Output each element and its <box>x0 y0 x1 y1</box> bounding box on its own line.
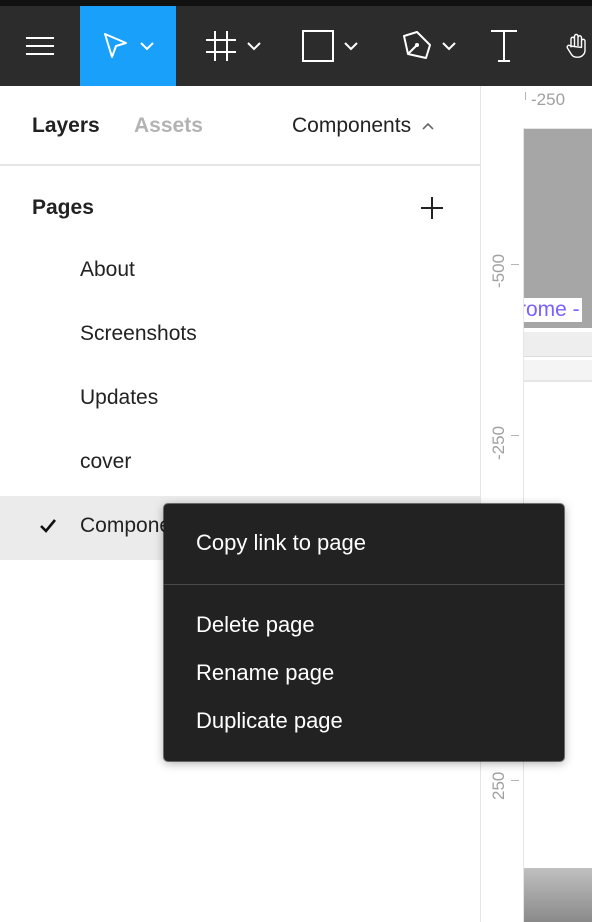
sidebar-tabs: Layers Assets Components <box>0 86 480 166</box>
page-item-about[interactable]: About <box>0 240 480 304</box>
hand-tool-button[interactable] <box>554 6 592 86</box>
ruler-tick <box>511 780 519 781</box>
ruler-top-label: -250 <box>531 90 566 109</box>
ruler-tick <box>511 435 519 436</box>
chevron-down-icon <box>140 42 154 51</box>
shape-tool-button[interactable] <box>290 6 370 86</box>
frame-hash-icon <box>206 31 236 61</box>
pen-nib-icon <box>403 31 431 59</box>
hand-icon <box>566 33 586 58</box>
page-item-updates[interactable]: Updates <box>0 368 480 432</box>
page-item-label: cover <box>80 450 132 473</box>
canvas-frame-strip <box>524 332 592 357</box>
checkmark-icon <box>40 519 57 533</box>
menu-item-delete-page[interactable]: Delete page <box>196 612 315 638</box>
plus-icon <box>421 197 443 219</box>
menu-separator <box>164 584 564 585</box>
page-context-menu: Copy link to page Delete page Rename pag… <box>164 504 564 761</box>
add-page-button[interactable] <box>418 194 446 222</box>
chevron-up-icon <box>422 122 434 130</box>
text-tool-button[interactable] <box>476 6 532 86</box>
chevron-down-icon <box>247 42 261 51</box>
menu-item-rename-page[interactable]: Rename page <box>196 660 334 686</box>
page-selector[interactable]: Components <box>292 114 435 138</box>
frame-label[interactable]: rome - <box>517 298 582 322</box>
pen-tool-button[interactable] <box>388 6 468 86</box>
text-t-icon <box>491 30 517 62</box>
chevron-down-icon <box>344 42 358 51</box>
main-menu-button[interactable] <box>0 6 80 86</box>
page-item-cover[interactable]: cover <box>0 432 480 496</box>
hamburger-icon <box>26 37 54 55</box>
tab-assets[interactable]: Assets <box>134 114 203 138</box>
cursor-arrow-icon <box>104 33 127 58</box>
page-item-label: Screenshots <box>80 322 197 345</box>
ruler-top: -250 <box>481 86 592 129</box>
ruler-left-label: 250 <box>489 771 508 800</box>
canvas-frame-bottom[interactable] <box>524 868 592 922</box>
ruler-left-label: -250 <box>489 425 508 460</box>
ruler-tick <box>511 264 519 265</box>
move-tool-button[interactable] <box>80 6 176 86</box>
tab-layers[interactable]: Layers <box>32 114 100 138</box>
menu-item-copy-link[interactable]: Copy link to page <box>196 530 366 556</box>
chevron-down-icon <box>442 42 456 51</box>
rectangle-icon <box>302 30 334 62</box>
page-selector-label: Components <box>292 114 412 137</box>
toolbar <box>0 0 592 86</box>
pages-header: Pages <box>32 196 94 219</box>
page-item-label: Updates <box>80 386 159 409</box>
ruler-left-label: -500 <box>489 253 508 288</box>
canvas-frame-strip <box>524 360 592 382</box>
ruler-tick <box>525 92 526 100</box>
page-item-label: About <box>80 258 135 281</box>
menu-item-duplicate-page[interactable]: Duplicate page <box>196 708 343 734</box>
frame-tool-button[interactable] <box>190 6 276 86</box>
page-item-screenshots[interactable]: Screenshots <box>0 304 480 368</box>
